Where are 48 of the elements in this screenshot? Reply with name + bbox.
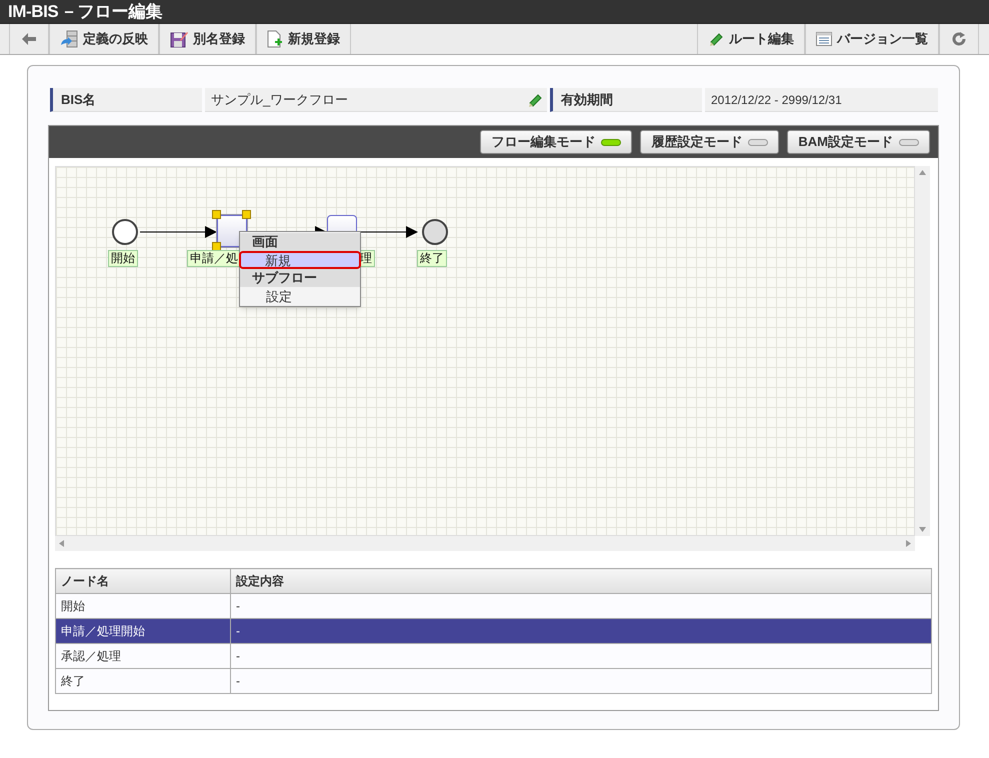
node-label: 申請／処 [187,250,241,267]
menu-heading: 画面 [240,233,360,251]
toolbar-button[interactable]: 別名登録 [159,24,256,54]
back-arrow-icon [22,33,36,45]
new-document-icon [267,30,283,48]
menu-item[interactable]: 新規 [239,251,361,269]
scroll-left-icon[interactable] [59,540,64,547]
toolbar-button[interactable]: ルート編集 [697,24,805,54]
field-value: サンプル_ワークフロー [211,90,348,109]
menu-heading: サブフロー [240,269,360,287]
column-header: ノード名 [56,568,230,594]
resize-handle[interactable] [212,210,221,219]
scroll-up-icon[interactable] [919,170,926,175]
window-title: －フロー編集 [60,0,162,23]
field-label: BIS名 [61,90,96,109]
table-row[interactable]: 申請／処理開始 - [56,618,932,644]
table-cell: 終了 [56,668,230,694]
back-button[interactable] [9,24,49,54]
resize-handle[interactable] [242,210,251,219]
server-icon [60,30,78,48]
toolbar-button[interactable]: 新規登録 [256,24,351,54]
table-row[interactable]: 開始 - [56,594,932,618]
pencil-icon[interactable] [527,92,543,108]
pencil-icon [708,31,724,47]
toolbar-button[interactable]: 定義の反映 [49,24,159,54]
refresh-button[interactable] [939,24,979,54]
scroll-right-icon[interactable] [906,540,911,547]
end-node[interactable] [422,219,448,245]
scroll-down-icon[interactable] [919,527,926,532]
node-label: 開始 [108,250,138,267]
table-cell: - [230,668,932,694]
app-logo: IM-BIS [8,0,58,23]
mode-button[interactable]: BAM設定モード [787,130,930,154]
column-header: 設定内容 [230,568,932,594]
vertical-scrollbar[interactable] [915,166,930,536]
mode-button[interactable]: 履歴設定モード [640,130,780,154]
toolbar-button[interactable]: バージョン一覧 [805,24,939,54]
mode-button[interactable]: フロー編集モード [480,130,632,154]
field-value: 2012/12/22 - 2999/12/31 [711,92,842,108]
horizontal-scrollbar[interactable] [55,536,915,551]
node-label: 終了 [417,250,447,267]
list-window-icon [816,32,832,46]
start-node[interactable] [112,219,138,245]
table-row[interactable]: 終了 - [56,668,932,694]
refresh-icon [952,32,966,46]
field-label: 有効期間 [561,90,613,109]
menu-item[interactable]: 設定 [240,287,360,305]
table-row[interactable]: 承認／処理 - [56,644,932,668]
